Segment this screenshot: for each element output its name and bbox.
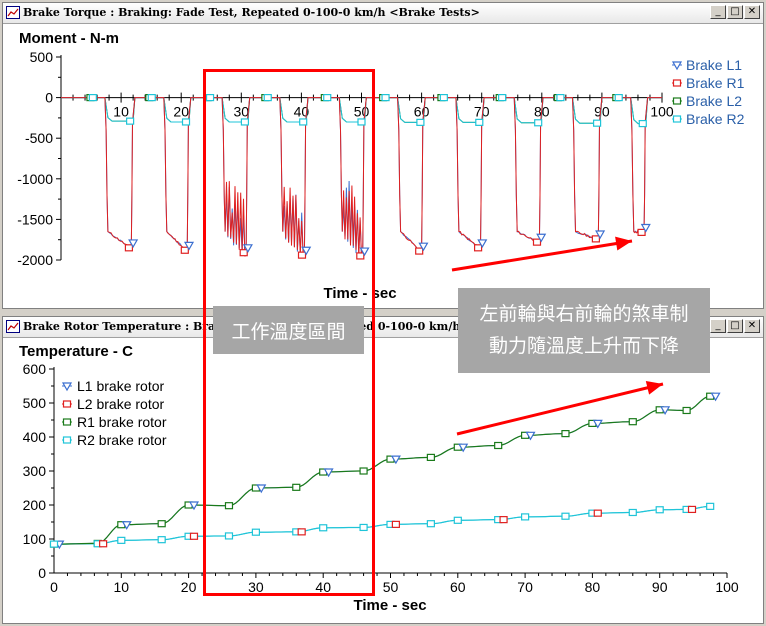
marker-r2-rotor <box>655 506 664 514</box>
x-axis-title: Time - sec <box>353 597 426 614</box>
legend-marker <box>672 115 682 123</box>
marker-r2-rotor <box>426 520 435 528</box>
legend-marker <box>672 97 682 105</box>
temperature-increase-arrow-head <box>645 380 663 395</box>
marker-r2-rotor <box>49 540 59 548</box>
legend-marker <box>62 418 72 426</box>
marker-r2-rotor <box>520 513 530 521</box>
x-tick-label: 60 <box>450 579 466 595</box>
marker-brake-r1 <box>180 246 189 254</box>
temperature-increase-arrow <box>456 382 664 436</box>
marker-brake-r2 <box>181 118 191 126</box>
legend-label: L1 brake rotor <box>77 378 164 394</box>
x-tick-label: 80 <box>585 579 601 595</box>
y-tick-label: 0 <box>45 90 53 106</box>
legend-marker <box>62 436 72 444</box>
y-tick-label: -1000 <box>17 171 53 187</box>
rotor-temperature-chart: Temperature - CTime - sec600500400300200… <box>19 343 739 614</box>
x-tick-label: 100 <box>715 579 739 595</box>
marker-brake-r1 <box>415 247 424 255</box>
marker-brake-r2 <box>126 117 135 125</box>
marker-r2-rotor <box>157 536 166 544</box>
x-tick-label: 90 <box>652 579 668 595</box>
torque-fade-note: 左前輪與右前輪的煞車制 動力隨溫度上升而下降 <box>458 288 710 373</box>
marker-brake-r1 <box>124 244 134 252</box>
x-tick-label: 60 <box>414 104 430 120</box>
marker-brake-r2 <box>638 119 647 128</box>
x-tick-label: 50 <box>383 579 399 595</box>
y-tick-label: -1500 <box>17 211 53 227</box>
legend-marker <box>672 79 682 87</box>
legend-label: Brake L2 <box>686 93 742 109</box>
marker-brake-r2 <box>498 93 507 102</box>
x-tick-label: 70 <box>517 579 533 595</box>
marker-r1-rotor <box>494 441 503 450</box>
marker-l2-rotor <box>189 532 199 540</box>
marker-r2-rotor <box>628 508 637 517</box>
marker-brake-r2 <box>147 93 156 102</box>
torque-fade-note-line2: 動力隨溫度上升而下降 <box>488 335 679 357</box>
legend-label: R2 brake rotor <box>77 432 167 448</box>
legend-marker <box>62 400 72 408</box>
marker-brake-r2 <box>475 118 484 126</box>
marker-r1-rotor <box>682 406 691 415</box>
y-tick-label: 300 <box>23 463 47 479</box>
marker-r2-rotor <box>453 516 462 524</box>
operating-temperature-zone-label: 工作溫度區間 <box>213 306 364 354</box>
x-tick-label: 90 <box>594 104 610 120</box>
y-tick-label: 400 <box>23 429 47 445</box>
y-tick-label: 500 <box>30 49 54 65</box>
y-tick-label: 100 <box>23 531 47 547</box>
y-axis-title: Moment - N-m <box>19 30 119 47</box>
legend-label: Brake R2 <box>686 111 745 127</box>
y-tick-label: -2000 <box>17 252 53 268</box>
marker-r1-rotor <box>157 520 166 528</box>
marker-l2-rotor <box>99 540 108 548</box>
marker-l2-rotor <box>499 516 508 524</box>
legend-label: R1 brake rotor <box>77 414 167 430</box>
legend-label: L2 brake rotor <box>77 396 164 412</box>
marker-brake-r2 <box>534 119 543 127</box>
series-r2-rotor-line <box>54 505 711 545</box>
y-tick-label: -500 <box>25 130 53 146</box>
legend-label: Brake R1 <box>686 75 745 91</box>
marker-brake-r2 <box>614 93 623 102</box>
torque-decrease-arrow-head <box>615 236 632 251</box>
y-tick-label: 0 <box>38 565 46 581</box>
x-tick-label: 20 <box>173 104 189 120</box>
marker-brake-r2 <box>439 93 448 102</box>
marker-brake-r2 <box>592 119 602 127</box>
brake-torque-chart: Moment - N-mTime - sec5000-500-1000-1500… <box>17 30 744 302</box>
x-tick-label: 20 <box>181 579 197 595</box>
marker-r2-rotor <box>561 512 570 520</box>
marker-brake-r1 <box>532 238 542 246</box>
marker-brake-r2 <box>556 93 565 102</box>
x-tick-label: 100 <box>650 104 674 120</box>
x-tick-label: 10 <box>114 579 130 595</box>
torque-fade-note-line1: 左前輪與右前輪的煞車制 <box>479 303 689 325</box>
x-tick-label: 10 <box>113 104 129 120</box>
x-tick-label: 0 <box>50 579 58 595</box>
marker-brake-r1 <box>473 244 483 252</box>
marker-brake-r2 <box>416 118 425 126</box>
marker-brake-r2 <box>381 93 390 102</box>
marker-l2-rotor <box>391 520 400 528</box>
legend-label: Brake L1 <box>686 57 742 73</box>
marker-l2-rotor <box>593 509 602 517</box>
y-tick-label: 200 <box>23 497 47 513</box>
marker-r1-rotor <box>628 418 637 426</box>
marker-r2-rotor <box>706 502 715 510</box>
marker-r1-rotor <box>561 430 570 438</box>
marker-r2-rotor <box>117 536 126 544</box>
marker-brake-r1 <box>637 228 646 236</box>
marker-brake-r2 <box>88 93 97 102</box>
marker-r1-rotor <box>426 453 435 461</box>
y-tick-label: 600 <box>23 361 47 377</box>
marker-l2-rotor <box>687 505 697 514</box>
y-axis-title: Temperature - C <box>19 343 133 360</box>
y-tick-label: 500 <box>23 395 47 411</box>
marker-brake-r1 <box>591 235 600 243</box>
